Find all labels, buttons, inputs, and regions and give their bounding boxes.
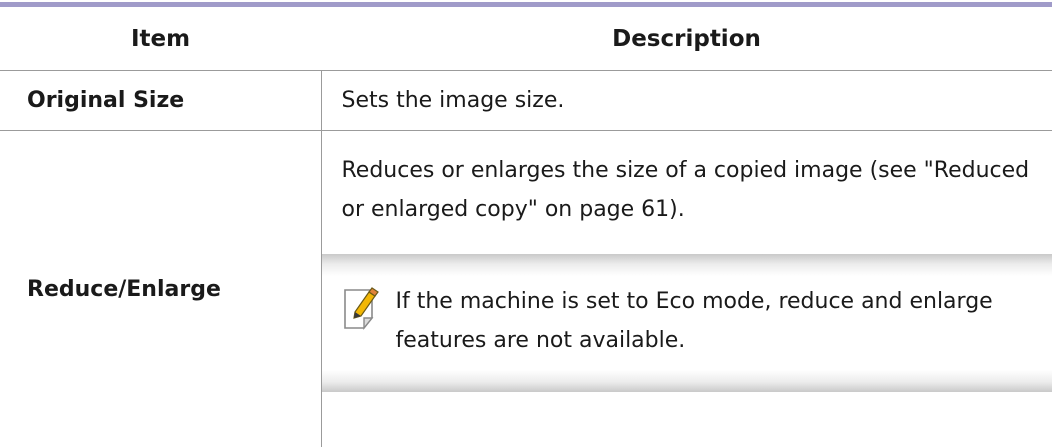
document-page: Item Description Original Size Sets the … [0,0,1052,448]
row-description: Reduces or enlarges the size of a copied… [341,158,1030,222]
note-pencil-icon [342,286,382,332]
note-text: If the machine is set to Eco mode, reduc… [395,289,993,353]
header-description: Description [321,7,1052,71]
row-item-label: Original Size [0,70,322,131]
row-description-cell: Reduces or enlarges the size of a copied… [321,131,1052,448]
table-row: Original Size Sets the image size. [0,70,1052,131]
row-item-label: Reduce/Enlarge [0,130,322,447]
row-description: Sets the image size. [321,70,1052,131]
spec-table: Item Description Original Size Sets the … [0,7,1052,447]
table-row: Reduce/Enlarge Reduces or enlarges the s… [0,130,1052,448]
note-box: If the machine is set to Eco mode, reduc… [321,254,1052,392]
header-item: Item [0,7,321,71]
table-header-row: Item Description [0,7,1052,71]
